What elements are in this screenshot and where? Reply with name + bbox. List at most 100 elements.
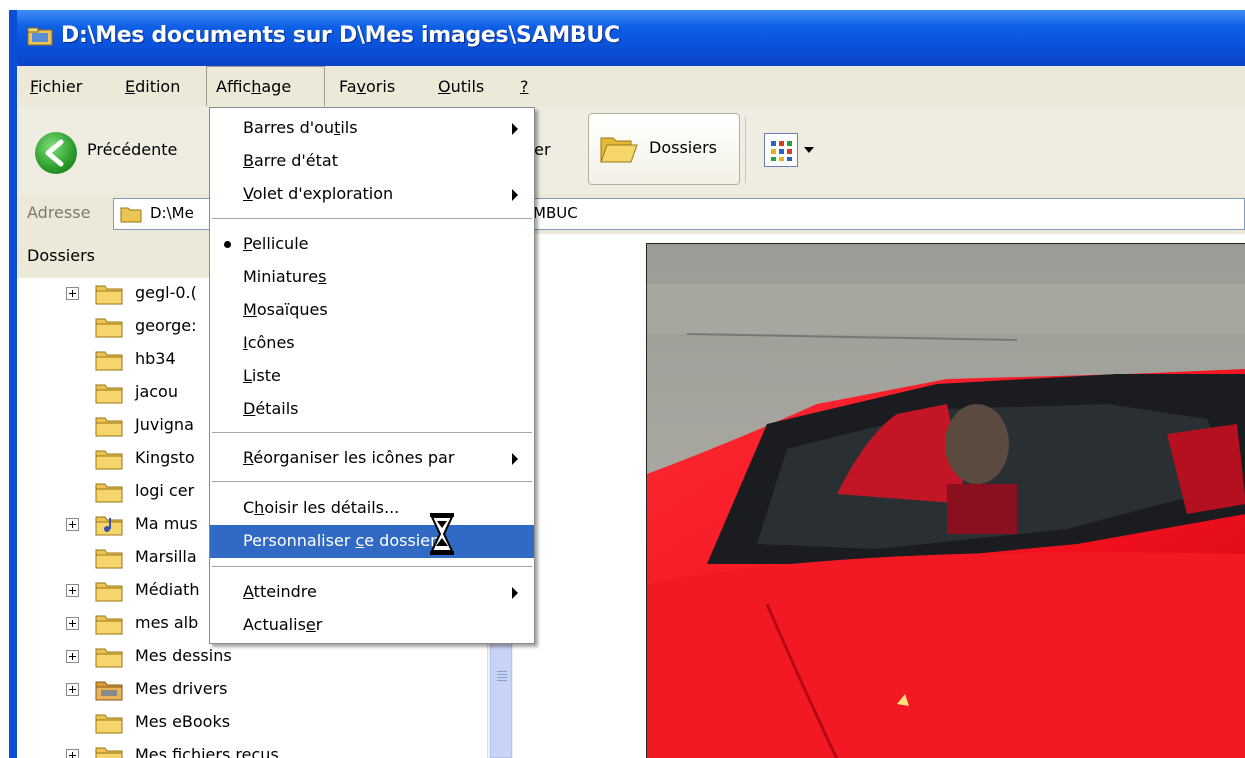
label-part: iste	[251, 366, 281, 385]
hourglass-icon	[430, 513, 454, 555]
toolbar: Précédente her Dossiers	[17, 107, 1245, 195]
menu-item-label: Personnaliser ce dossier...	[243, 531, 450, 550]
menu-item-label: Pellicule	[243, 234, 308, 253]
folder-icon	[95, 483, 123, 503]
menu-label: utils	[450, 77, 485, 96]
menu-item-details[interactable]: Détails	[210, 393, 534, 426]
menu-item-pellicule[interactable]: Pellicule	[210, 228, 534, 261]
expand-icon[interactable]	[66, 584, 79, 597]
accel: B	[243, 151, 254, 170]
menu-item-personnaliser-dossier[interactable]: Personnaliser ce dossier...	[210, 525, 534, 558]
music-folder-icon	[95, 516, 123, 536]
tree-item[interactable]: Mes dessins	[17, 641, 487, 674]
photo-preview[interactable]	[646, 243, 1245, 758]
folders-button-label: Dossiers	[649, 138, 717, 157]
menu-item-mosaiques[interactable]: Mosaïques	[210, 294, 534, 327]
folder-icon	[95, 384, 123, 404]
menu-item-label: Détails	[243, 399, 298, 418]
tree-item[interactable]: Mes drivers	[17, 674, 487, 707]
folder-icon	[95, 648, 123, 668]
menu-item-barre-etat[interactable]: Barre d'état	[210, 145, 534, 178]
tree-item-label: Ma mus	[135, 514, 198, 533]
menu-affichage[interactable]: Affichage	[206, 66, 325, 106]
menu-item-icones[interactable]: Icônes	[210, 327, 534, 360]
tree-item-label: gegl-0.(	[135, 283, 197, 302]
menu-item-label: Barre d'état	[243, 151, 338, 170]
toolbar-separator	[745, 117, 746, 183]
tree-item-label: Juvigna	[135, 415, 194, 434]
menu-item-miniatures[interactable]: Miniatures	[210, 261, 534, 294]
menu-item-label: Miniatures	[243, 267, 326, 286]
menu-item-atteindre[interactable]: Atteindre	[210, 576, 534, 609]
menu-item-label: Volet d'exploration	[243, 184, 393, 203]
menu-item-liste[interactable]: Liste	[210, 360, 534, 393]
folders-icon	[600, 137, 638, 163]
radio-bullet-icon	[224, 241, 231, 248]
accel: O	[438, 77, 451, 96]
menu-help[interactable]: ?	[511, 66, 538, 107]
expand-icon[interactable]	[66, 749, 79, 758]
tree-item[interactable]: Mes fichiers recus	[17, 740, 487, 758]
menu-separator	[212, 432, 532, 433]
scrollbar-grip	[497, 671, 507, 683]
menu-item-reorganiser[interactable]: Réorganiser les icônes par	[210, 442, 534, 475]
submenu-arrow-icon	[512, 123, 518, 135]
label-part: tteindre	[253, 582, 317, 601]
menu-item-choisir-details[interactable]: Choisir les détails...	[210, 492, 534, 525]
chevron-down-icon[interactable]	[804, 147, 814, 153]
menu-label: ichier	[38, 77, 83, 96]
expand-icon[interactable]	[66, 518, 79, 531]
tree-item-label: Mes fichiers recus	[135, 745, 279, 758]
back-button-label[interactable]: Précédente	[87, 140, 177, 159]
accel: P	[243, 234, 253, 253]
folders-button[interactable]: Dossiers	[588, 113, 740, 185]
accel: L	[243, 366, 252, 385]
tree-item-label: Mes eBooks	[135, 712, 231, 731]
menu-separator	[212, 218, 532, 219]
menu-item-volet-exploration[interactable]: Volet d'exploration	[210, 178, 534, 211]
folders-pane-title: Dossiers	[27, 246, 95, 265]
tree-item-label: logi cer	[135, 481, 195, 500]
views-button[interactable]	[764, 133, 816, 167]
folder-icon	[95, 582, 123, 602]
accel: e	[305, 615, 316, 634]
menu-item-barres-outils[interactable]: Barres d'outils	[210, 112, 534, 145]
label-part: étails	[255, 399, 299, 418]
affichage-dropdown-menu: Barres d'outils Barre d'état Volet d'exp…	[209, 107, 535, 644]
menu-edition[interactable]: Edition	[116, 66, 189, 107]
menu-outils[interactable]: Outils	[429, 66, 493, 107]
submenu-arrow-icon	[512, 453, 518, 465]
tree-item-label: Médiath	[135, 580, 200, 599]
tree-item-label: george:	[135, 316, 197, 335]
folder-icon	[95, 714, 123, 734]
menu-label: oris	[366, 77, 396, 96]
car-photo-image	[647, 244, 1245, 758]
accel: h	[251, 77, 262, 96]
tree-item[interactable]: Mes eBooks	[17, 707, 487, 740]
menu-item-label: Barres d'outils	[243, 118, 358, 137]
address-bar: Adresse D:\Me MBUC	[17, 194, 1245, 235]
expand-icon[interactable]	[66, 650, 79, 663]
label-part: C	[243, 498, 255, 517]
menu-label: Affic	[216, 77, 252, 96]
back-arrow-icon[interactable]	[35, 132, 77, 174]
tree-item-label: jacou	[135, 382, 178, 401]
views-grid-glyph	[771, 141, 792, 161]
menu-bar: Fichier Edition Affichage Favoris Outils…	[17, 66, 1245, 108]
accel: F	[30, 77, 39, 96]
expand-icon[interactable]	[66, 617, 79, 630]
accel: R	[243, 448, 254, 467]
address-value: D:\Me	[150, 204, 194, 222]
menu-label: Fa	[339, 77, 357, 96]
menu-item-actualiser[interactable]: Actualiser	[210, 609, 534, 642]
expand-icon[interactable]	[66, 287, 79, 300]
menu-favoris[interactable]: Favoris	[330, 66, 404, 107]
explorer-folder-icon	[27, 27, 53, 46]
title-bar[interactable]: D:\Mes documents sur D\Mes images\SAMBUC	[17, 10, 1245, 66]
expand-icon[interactable]	[66, 683, 79, 696]
menu-fichier[interactable]: Fichier	[21, 66, 91, 107]
label-part: Miniature	[243, 267, 319, 286]
tree-item-label: Mes dessins	[135, 646, 232, 665]
accel: v	[356, 77, 367, 96]
label-part: ellicule	[252, 234, 309, 253]
